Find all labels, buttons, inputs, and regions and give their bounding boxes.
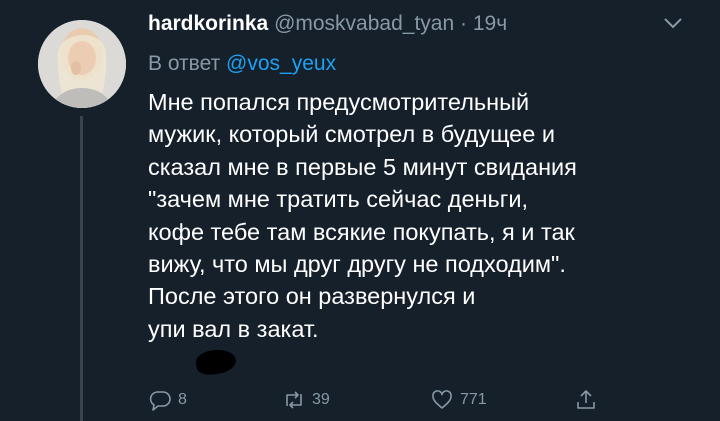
tweet-text-line: "зачем мне тратить сейчас деньги, <box>148 186 528 213</box>
reply-prefix: В ответ <box>148 52 221 75</box>
tweet-text-line: упи вал в закат. <box>148 315 319 342</box>
tweet-text-line: мужик, который смотрел в будущее и <box>148 121 555 148</box>
tweet-text-line: После этого он развернулся и <box>148 283 476 310</box>
tweet-text-line: Мне попался предусмотрительный <box>148 89 530 115</box>
reply-button[interactable]: 8 <box>148 388 187 412</box>
retweet-count: 39 <box>312 391 330 408</box>
like-button[interactable]: 771 <box>430 388 487 412</box>
reply-context: В ответ @vos_yeux <box>148 52 336 76</box>
display-name[interactable]: hardkorinka <box>148 12 268 35</box>
reply-bubble-icon <box>149 391 171 411</box>
tweet-header: hardkorinka @moskvabad_tyan · 19ч <box>148 12 507 36</box>
user-handle[interactable]: @moskvabad_tyan <box>274 12 454 35</box>
like-count: 771 <box>460 391 487 408</box>
timestamp[interactable]: 19ч <box>473 12 507 35</box>
heart-icon <box>432 390 452 409</box>
thread-line <box>80 116 83 421</box>
avatar[interactable] <box>38 20 126 108</box>
retweet-button[interactable]: 39 <box>282 388 330 412</box>
tweet-text-line: сказал мне в первые 5 минут свидания <box>148 153 577 180</box>
chevron-down-icon[interactable] <box>662 16 684 30</box>
avatar-photo <box>38 20 126 108</box>
retweet-icon <box>286 391 302 409</box>
separator-dot: · <box>460 12 467 35</box>
tweet-text-line: вижу, что мы друг другу не подходим". <box>148 251 566 278</box>
reply-count: 8 <box>178 391 187 408</box>
reply-mention-link[interactable]: @vos_yeux <box>226 52 336 75</box>
tweet-text: Мне попался предусмотрительный мужик, ко… <box>148 86 698 345</box>
action-bar: 8 39 771 <box>148 388 708 421</box>
redaction-scribble <box>194 347 238 377</box>
tweet-text-line: кофе тебе там всякие покупать, я и так <box>148 218 575 245</box>
share-icon <box>577 390 595 409</box>
tweet[interactable]: hardkorinka @moskvabad_tyan · 19ч В отве… <box>0 0 720 421</box>
share-button[interactable] <box>574 388 598 412</box>
